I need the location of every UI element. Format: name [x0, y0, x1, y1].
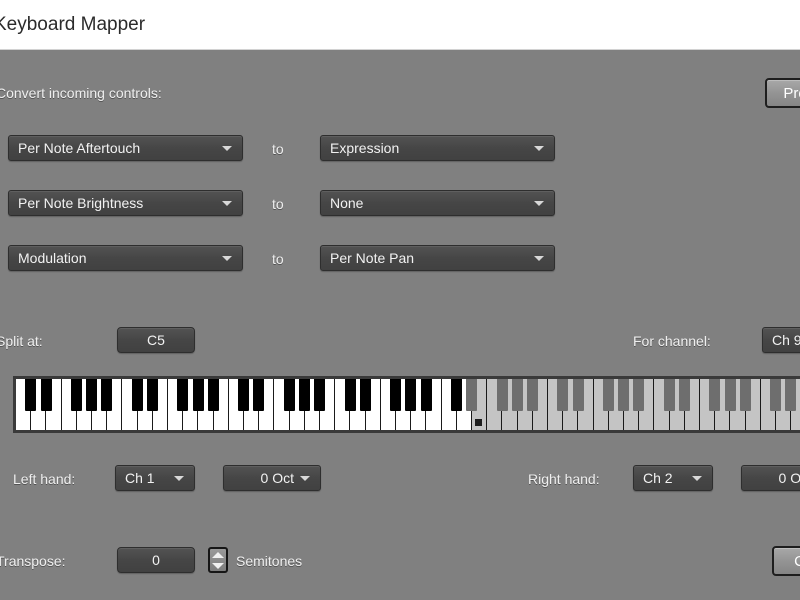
convert-source-value-2: Per Note Brightness: [9, 195, 222, 211]
piano-black-key[interactable]: [71, 379, 82, 411]
stepper-down-icon[interactable]: [212, 563, 224, 569]
convert-target-dropdown-2[interactable]: None: [320, 190, 555, 216]
presets-button[interactable]: Pre: [765, 78, 800, 108]
left-hand-octave-value: 0 Oct: [224, 470, 300, 486]
piano-black-key[interactable]: [466, 379, 477, 411]
left-hand-label: Left hand:: [13, 471, 75, 487]
split-at-value[interactable]: C5: [117, 327, 195, 353]
for-channel-dropdown[interactable]: Ch 9: [762, 327, 800, 353]
piano-black-key[interactable]: [421, 379, 432, 411]
convert-source-dropdown-1[interactable]: Per Note Aftertouch: [8, 135, 243, 161]
piano-black-key[interactable]: [147, 379, 158, 411]
piano-black-key[interactable]: [557, 379, 568, 411]
piano-black-key[interactable]: [709, 379, 720, 411]
piano-black-key[interactable]: [132, 379, 143, 411]
piano-black-key[interactable]: [633, 379, 644, 411]
convert-target-value-2: None: [321, 195, 534, 211]
window-title: Keyboard Mapper: [0, 14, 145, 36]
for-channel-label: For channel:: [633, 333, 711, 349]
chevron-down-icon: [222, 201, 232, 206]
chevron-down-icon: [534, 146, 544, 151]
piano-black-key[interactable]: [770, 379, 781, 411]
piano-black-key[interactable]: [451, 379, 462, 411]
piano-black-key[interactable]: [208, 379, 219, 411]
piano-black-key[interactable]: [177, 379, 188, 411]
convert-to-label-1: to: [272, 141, 284, 157]
transpose-stepper[interactable]: [208, 547, 228, 573]
piano-black-key[interactable]: [785, 379, 796, 411]
window-titlebar: Keyboard Mapper: [0, 0, 800, 50]
transpose-label: Transpose:: [0, 553, 66, 569]
piano-black-key[interactable]: [725, 379, 736, 411]
transpose-value[interactable]: 0: [117, 547, 195, 573]
convert-target-dropdown-1[interactable]: Expression: [320, 135, 555, 161]
piano-black-key[interactable]: [405, 379, 416, 411]
chevron-down-icon: [534, 256, 544, 261]
convert-to-label-2: to: [272, 196, 284, 212]
piano-black-key[interactable]: [512, 379, 523, 411]
split-at-label: Split at:: [0, 333, 43, 349]
right-hand-octave-dropdown[interactable]: 0 Oct: [741, 465, 800, 491]
piano-black-key[interactable]: [360, 379, 371, 411]
convert-source-value-3: Modulation: [9, 250, 222, 266]
chevron-down-icon: [300, 476, 310, 481]
convert-target-value-1: Expression: [321, 140, 534, 156]
stepper-up-icon[interactable]: [212, 552, 224, 558]
piano-black-key[interactable]: [664, 379, 675, 411]
convert-source-value-1: Per Note Aftertouch: [9, 140, 222, 156]
piano-black-key[interactable]: [573, 379, 584, 411]
piano-black-key[interactable]: [390, 379, 401, 411]
for-channel-value: Ch 9: [763, 332, 800, 348]
convert-target-value-3: Per Note Pan: [321, 250, 534, 266]
right-hand-label: Right hand:: [528, 471, 600, 487]
chevron-down-icon: [174, 476, 184, 481]
chevron-down-icon: [222, 256, 232, 261]
piano-black-key[interactable]: [345, 379, 356, 411]
piano-black-key[interactable]: [618, 379, 629, 411]
right-hand-channel-dropdown[interactable]: Ch 2: [633, 465, 713, 491]
piano-black-key[interactable]: [527, 379, 538, 411]
chevron-down-icon: [222, 146, 232, 151]
piano-black-key[interactable]: [284, 379, 295, 411]
chevron-down-icon: [692, 476, 702, 481]
chevron-down-icon: [534, 201, 544, 206]
piano-black-key[interactable]: [41, 379, 52, 411]
piano-keyboard[interactable]: [13, 376, 800, 433]
piano-black-key[interactable]: [497, 379, 508, 411]
split-point-marker[interactable]: [475, 419, 482, 426]
piano-black-key[interactable]: [299, 379, 310, 411]
left-hand-channel-value: Ch 1: [116, 470, 174, 486]
piano-black-key[interactable]: [314, 379, 325, 411]
convert-source-dropdown-3[interactable]: Modulation: [8, 245, 243, 271]
convert-target-dropdown-3[interactable]: Per Note Pan: [320, 245, 555, 271]
right-hand-channel-value: Ch 2: [634, 470, 692, 486]
piano-black-key[interactable]: [25, 379, 36, 411]
piano-black-key[interactable]: [603, 379, 614, 411]
close-button[interactable]: C: [772, 546, 800, 576]
right-hand-octave-value: 0 Oct: [742, 470, 800, 486]
piano-black-key[interactable]: [238, 379, 249, 411]
left-hand-channel-dropdown[interactable]: Ch 1: [115, 465, 195, 491]
convert-source-dropdown-2[interactable]: Per Note Brightness: [8, 190, 243, 216]
convert-heading: Convert incoming controls:: [0, 85, 162, 101]
piano-black-key[interactable]: [193, 379, 204, 411]
piano-black-key[interactable]: [101, 379, 112, 411]
piano-black-key[interactable]: [86, 379, 97, 411]
left-hand-octave-dropdown[interactable]: 0 Oct: [223, 465, 321, 491]
convert-to-label-3: to: [272, 251, 284, 267]
piano-black-key[interactable]: [679, 379, 690, 411]
transpose-unit-label: Semitones: [236, 553, 302, 569]
piano-black-key[interactable]: [253, 379, 264, 411]
piano-black-key[interactable]: [740, 379, 751, 411]
